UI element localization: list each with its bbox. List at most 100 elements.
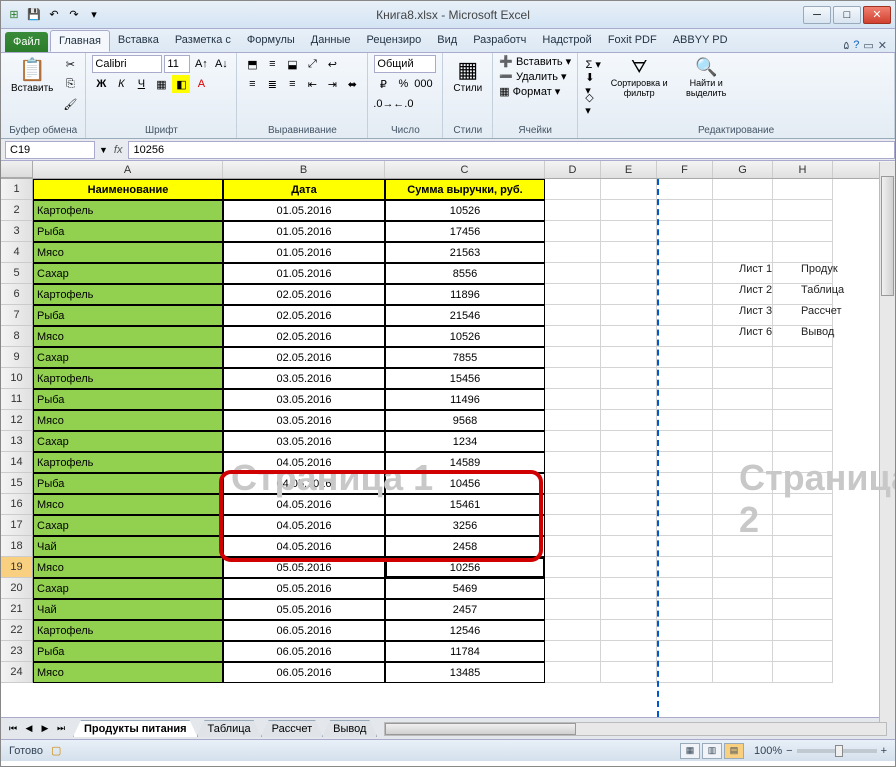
table-header-sum[interactable]: Сумма выручки, руб. xyxy=(385,179,545,200)
col-header-B[interactable]: B xyxy=(223,161,385,178)
tab-разметка с[interactable]: Разметка с xyxy=(167,30,239,52)
increase-indent-icon[interactable]: ⇥ xyxy=(323,75,341,93)
cell[interactable] xyxy=(545,494,601,515)
cell-date[interactable]: 02.05.2016 xyxy=(223,326,385,347)
cell-sum[interactable]: 13485 xyxy=(385,662,545,683)
cell[interactable] xyxy=(545,263,601,284)
cell[interactable] xyxy=(545,305,601,326)
format-cells-button[interactable]: ▦ Формат ▾ xyxy=(499,85,560,98)
cell[interactable] xyxy=(713,536,773,557)
cell-date[interactable]: 02.05.2016 xyxy=(223,305,385,326)
cell[interactable] xyxy=(545,284,601,305)
increase-font-icon[interactable]: A↑ xyxy=(192,55,210,73)
cell-name[interactable]: Мясо xyxy=(33,242,223,263)
cell[interactable] xyxy=(713,452,773,473)
cell-sum[interactable]: 10256 xyxy=(385,557,545,578)
cell[interactable] xyxy=(773,179,833,200)
row-header[interactable]: 6 xyxy=(1,284,33,305)
cell[interactable] xyxy=(601,200,657,221)
cell[interactable] xyxy=(545,410,601,431)
cell[interactable] xyxy=(657,221,713,242)
cell[interactable] xyxy=(773,662,833,683)
cell-sum[interactable]: 10526 xyxy=(385,326,545,347)
sheet-tab[interactable]: Вывод xyxy=(322,720,377,737)
row-header[interactable]: 5 xyxy=(1,263,33,284)
cell-name[interactable]: Рыба xyxy=(33,305,223,326)
align-middle-icon[interactable]: ≡ xyxy=(263,55,281,73)
row-header[interactable]: 10 xyxy=(1,368,33,389)
cell[interactable] xyxy=(545,515,601,536)
cell-date[interactable]: 06.05.2016 xyxy=(223,641,385,662)
sheet-tab[interactable]: Таблица xyxy=(197,720,262,737)
cell-date[interactable]: 05.05.2016 xyxy=(223,599,385,620)
cell[interactable] xyxy=(657,536,713,557)
increase-decimal-icon[interactable]: .0→ xyxy=(374,95,392,113)
cell[interactable] xyxy=(601,221,657,242)
cell[interactable] xyxy=(657,410,713,431)
cell[interactable] xyxy=(545,326,601,347)
cell-date[interactable]: 04.05.2016 xyxy=(223,494,385,515)
cell[interactable] xyxy=(657,368,713,389)
cell[interactable] xyxy=(545,557,601,578)
fx-icon[interactable]: fx xyxy=(108,144,129,156)
cell-name[interactable]: Картофель xyxy=(33,368,223,389)
row-header[interactable]: 17 xyxy=(1,515,33,536)
paste-button[interactable]: 📋 Вставить xyxy=(7,55,57,96)
qat-dropdown-icon[interactable]: ▾ xyxy=(85,6,103,24)
align-left-icon[interactable]: ≡ xyxy=(243,75,261,93)
cell-name[interactable]: Картофель xyxy=(33,452,223,473)
cell[interactable] xyxy=(601,578,657,599)
cell[interactable] xyxy=(657,578,713,599)
vertical-scrollbar[interactable] xyxy=(879,162,895,722)
align-right-icon[interactable]: ≡ xyxy=(283,75,301,93)
zoom-in-button[interactable]: + xyxy=(881,745,887,757)
cell-date[interactable]: 05.05.2016 xyxy=(223,557,385,578)
tab-last-icon[interactable]: ⏭ xyxy=(53,721,69,737)
cell[interactable] xyxy=(773,389,833,410)
row-header[interactable]: 4 xyxy=(1,242,33,263)
cell[interactable] xyxy=(601,620,657,641)
cell[interactable] xyxy=(545,347,601,368)
select-all-corner[interactable] xyxy=(1,161,33,178)
name-box-dropdown-icon[interactable]: ▼ xyxy=(99,145,108,155)
cell-sum[interactable]: 14589 xyxy=(385,452,545,473)
clear-icon[interactable]: ◇ ▾ xyxy=(584,95,602,113)
cell-sum[interactable]: 15456 xyxy=(385,368,545,389)
align-bottom-icon[interactable]: ⬓ xyxy=(283,55,301,73)
tab-prev-icon[interactable]: ◀ xyxy=(21,721,37,737)
ribbon-minimize-icon[interactable]: ۵ xyxy=(843,39,849,52)
maximize-button[interactable]: □ xyxy=(833,6,861,24)
cell[interactable] xyxy=(601,284,657,305)
italic-button[interactable]: К xyxy=(112,75,130,93)
row-header[interactable]: 12 xyxy=(1,410,33,431)
col-header-F[interactable]: F xyxy=(657,161,713,178)
cell-name[interactable]: Мясо xyxy=(33,326,223,347)
cell[interactable] xyxy=(713,494,773,515)
row-header[interactable]: 8 xyxy=(1,326,33,347)
cell[interactable] xyxy=(601,515,657,536)
cell[interactable] xyxy=(773,200,833,221)
cell[interactable] xyxy=(713,431,773,452)
cell[interactable] xyxy=(773,536,833,557)
cell[interactable] xyxy=(601,431,657,452)
cell[interactable] xyxy=(657,305,713,326)
cell[interactable] xyxy=(713,368,773,389)
cell-sum[interactable]: 17456 xyxy=(385,221,545,242)
cell[interactable] xyxy=(713,200,773,221)
cell[interactable] xyxy=(601,263,657,284)
cell[interactable] xyxy=(657,515,713,536)
macro-record-icon[interactable]: ▢ xyxy=(51,744,61,757)
cell[interactable] xyxy=(773,473,833,494)
cell[interactable] xyxy=(601,473,657,494)
row-header[interactable]: 11 xyxy=(1,389,33,410)
cell-date[interactable]: 04.05.2016 xyxy=(223,515,385,536)
cell[interactable] xyxy=(773,494,833,515)
row-header[interactable]: 16 xyxy=(1,494,33,515)
cell[interactable] xyxy=(545,200,601,221)
cell[interactable] xyxy=(545,473,601,494)
view-pagelayout-button[interactable]: ▥ xyxy=(702,743,722,759)
cell[interactable] xyxy=(713,179,773,200)
row-header[interactable]: 21 xyxy=(1,599,33,620)
row-header[interactable]: 14 xyxy=(1,452,33,473)
cell[interactable] xyxy=(713,347,773,368)
